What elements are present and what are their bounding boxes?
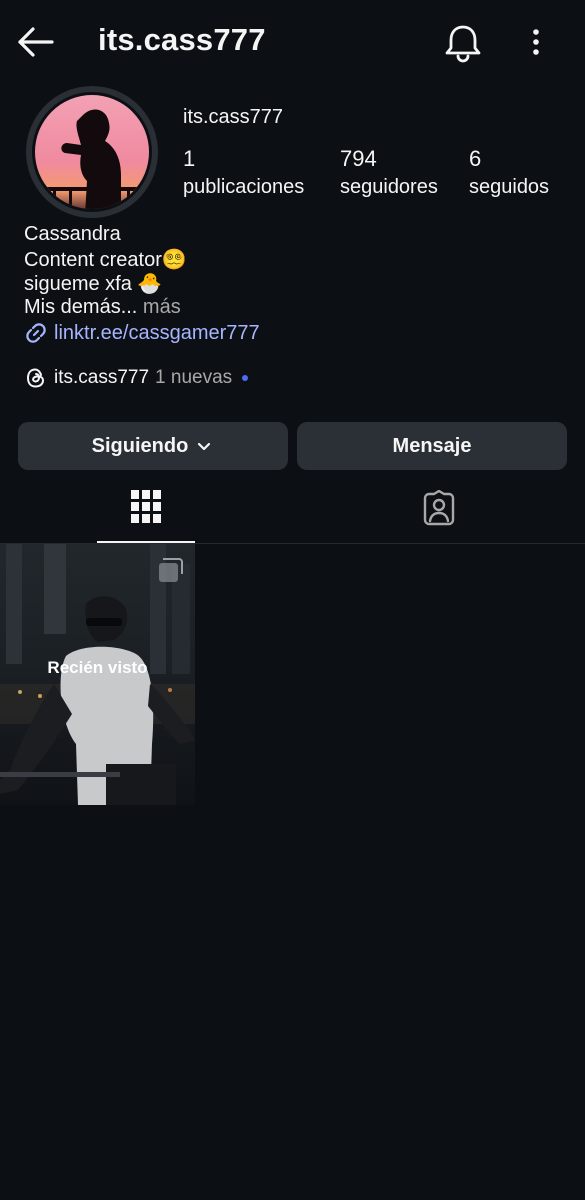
page-title: its.cass777 <box>98 22 266 57</box>
message-button[interactable]: Mensaje <box>297 422 567 470</box>
carousel-icon <box>159 558 183 582</box>
following-label[interactable]: seguidos <box>469 176 549 199</box>
tab-posts[interactable] <box>131 490 161 524</box>
post-thumbnail[interactable]: Recién visto <box>0 544 195 805</box>
threads-icon <box>26 368 45 388</box>
following-button[interactable]: Siguiendo <box>18 422 288 470</box>
bio-link-text[interactable]: linktr.ee/cassgamer777 <box>54 322 260 345</box>
bio-line: Mis demás... <box>24 296 138 318</box>
posts-label: publicaciones <box>183 176 305 198</box>
notifications-button[interactable] <box>442 22 484 64</box>
profile-username: its.cass777 <box>183 106 284 128</box>
back-button[interactable] <box>14 22 58 62</box>
posts-count: 1 <box>183 146 196 171</box>
more-options-button[interactable] <box>522 24 550 60</box>
recently-seen-label: Recién visto <box>47 658 148 677</box>
avatar[interactable] <box>26 86 158 218</box>
bio-name: Cassandra <box>24 223 121 245</box>
chevron-down-icon <box>198 442 211 451</box>
bio-line: sigueme xfa 🐣 <box>24 273 163 295</box>
avatar-image <box>35 95 149 209</box>
arrow-left-icon <box>18 27 54 57</box>
following-button-label: Siguiendo <box>91 434 189 457</box>
bell-icon <box>445 25 481 63</box>
bio-truncated: Mis demás... más <box>24 296 181 319</box>
threads-new-count: 1 nuevas <box>155 367 233 388</box>
bio-line: Content creator😵‍💫 <box>24 249 187 271</box>
bio-link[interactable]: linktr.ee/cassgamer777 <box>24 321 260 345</box>
tab-tagged[interactable] <box>421 489 457 526</box>
threads-handle[interactable]: its.cass777 <box>54 367 149 389</box>
followers-label[interactable]: seguidores <box>340 176 438 199</box>
tagged-icon <box>423 489 455 526</box>
more-vertical-icon <box>533 29 539 55</box>
grid-icon <box>131 490 161 523</box>
link-icon <box>26 323 46 343</box>
threads-badge[interactable]: its.cass777 1 nuevas <box>24 366 249 390</box>
message-button-label: Mensaje <box>392 434 472 457</box>
more-link[interactable]: más <box>143 296 181 318</box>
new-indicator-dot <box>242 375 249 381</box>
following-count[interactable]: 6 <box>469 146 481 172</box>
followers-count[interactable]: 794 <box>340 146 377 172</box>
